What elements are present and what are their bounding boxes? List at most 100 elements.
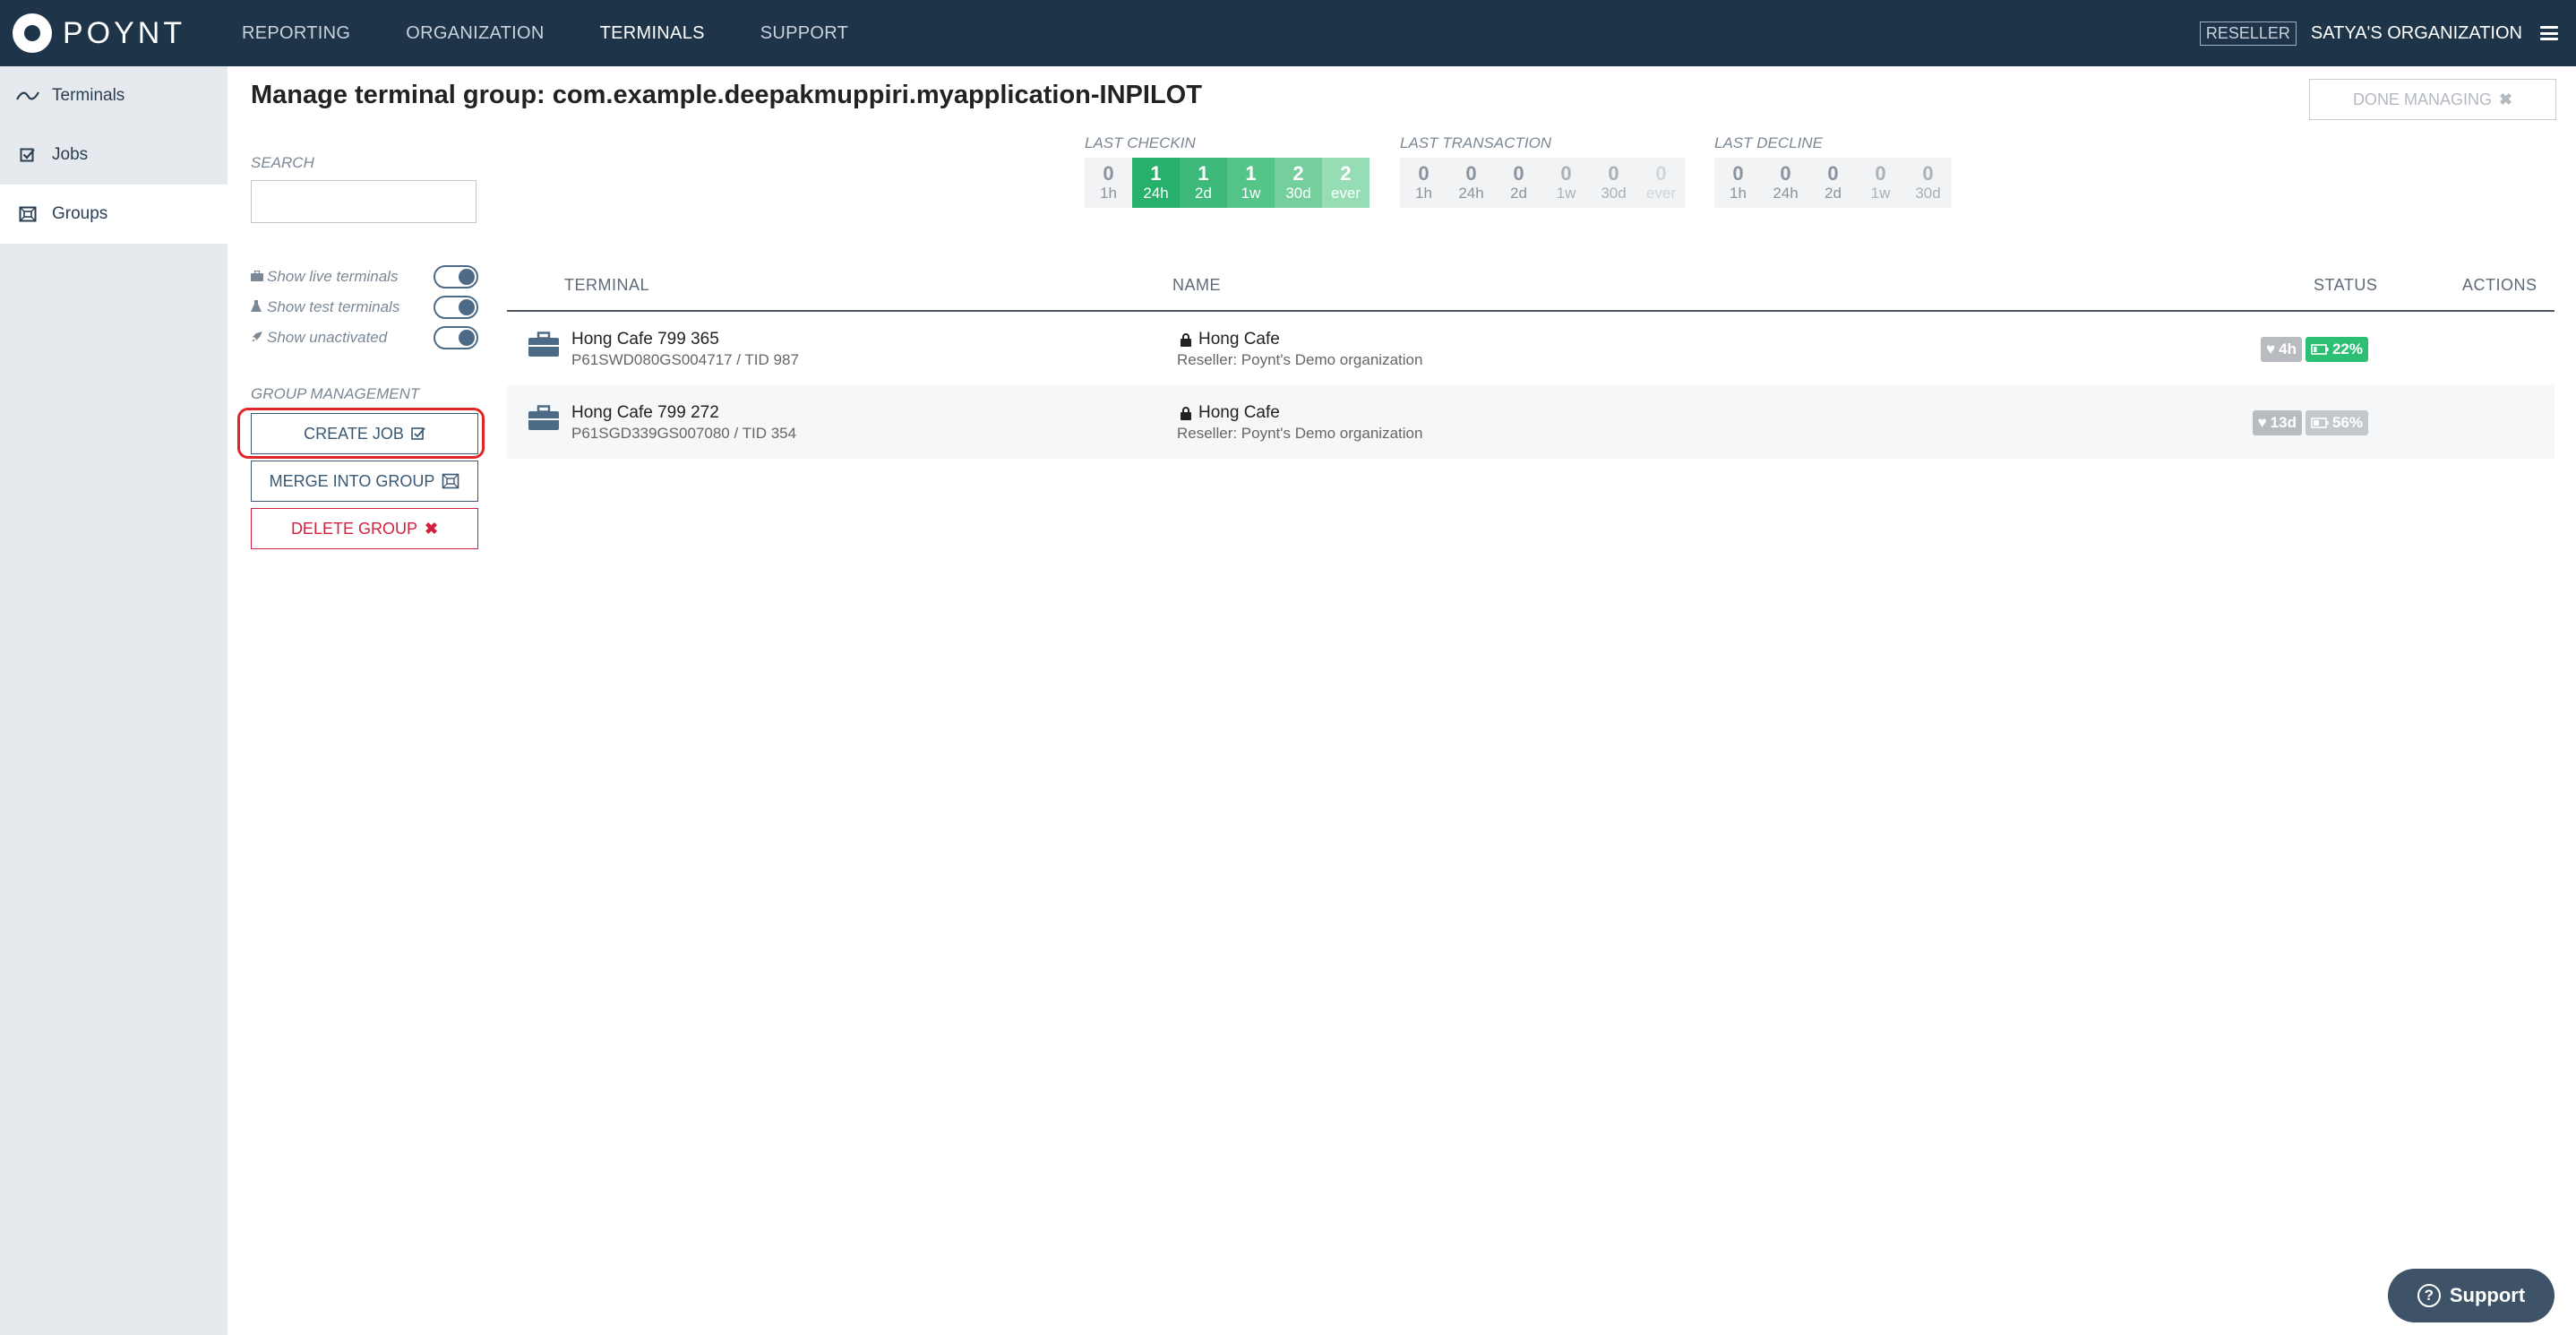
search-label: SEARCH bbox=[251, 154, 314, 171]
briefcase-icon bbox=[528, 405, 559, 430]
merge-into-group-button[interactable]: MERGE INTO GROUP bbox=[251, 461, 478, 502]
sidebar-item-label: Groups bbox=[52, 204, 108, 223]
battery-icon bbox=[2311, 344, 2329, 355]
search-input[interactable] bbox=[251, 180, 477, 223]
sidebar-item-jobs[interactable]: Jobs bbox=[0, 125, 228, 185]
heartbeat-icon: ♥ bbox=[2266, 340, 2276, 357]
terminals-table-header: TERMINAL NAME STATUS ACTIONS bbox=[507, 260, 2555, 312]
decline-2d[interactable]: 0 2d bbox=[1809, 158, 1857, 208]
transaction-24h[interactable]: 0 24h bbox=[1447, 158, 1495, 208]
nav-reporting[interactable]: REPORTING bbox=[242, 23, 350, 44]
checkin-24h[interactable]: 1 24h bbox=[1132, 158, 1180, 208]
table-row[interactable]: Hong Cafe 799 365 P61SWD080GS004717 / TI… bbox=[507, 312, 2555, 385]
decline-1h[interactable]: 0 1h bbox=[1714, 158, 1762, 208]
main-nav: REPORTING ORGANIZATION TERMINALS SUPPORT bbox=[242, 0, 904, 66]
sidebar: Terminals Jobs Groups bbox=[0, 66, 228, 1335]
toggle-live-terminals: Show live terminals bbox=[251, 262, 478, 292]
terminal-serial: P61SGD339GS007080 / TID 354 bbox=[571, 425, 797, 442]
transaction-1w[interactable]: 0 1w bbox=[1542, 158, 1590, 208]
transaction-1h[interactable]: 0 1h bbox=[1400, 158, 1447, 208]
checkin-30d[interactable]: 2 30d bbox=[1275, 158, 1322, 208]
decline-30d[interactable]: 0 30d bbox=[1904, 158, 1952, 208]
terminal-serial: P61SWD080GS004717 / TID 987 bbox=[571, 351, 799, 368]
delete-label: DELETE GROUP bbox=[290, 519, 417, 538]
close-icon: ✖ bbox=[424, 519, 439, 538]
sidebar-item-terminals[interactable]: Terminals bbox=[0, 66, 228, 125]
transaction-30d[interactable]: 0 30d bbox=[1590, 158, 1637, 208]
heartbeat-badge: ♥ 13d bbox=[2252, 410, 2302, 435]
nav-support[interactable]: SUPPORT bbox=[760, 23, 848, 44]
last-decline-title: LAST DECLINE bbox=[1714, 134, 1823, 151]
group-icon bbox=[16, 206, 39, 222]
store-name: Hong Cafe bbox=[1181, 330, 1280, 349]
nav-terminals[interactable]: TERMINALS bbox=[600, 23, 705, 44]
account-area: RESELLER SATYA'S ORGANIZATION bbox=[2199, 0, 2558, 66]
last-checkin-title: LAST CHECKIN bbox=[1085, 134, 1196, 151]
briefcase-icon bbox=[528, 332, 559, 357]
header-actions: ACTIONS bbox=[2462, 276, 2537, 294]
last-transaction-stats: LAST TRANSACTION 0 1h 0 24h 0 2d 0 1w 0 30d 0… bbox=[1400, 134, 1685, 208]
test-terminals-switch[interactable] bbox=[434, 296, 478, 319]
decline-1w[interactable]: 0 1w bbox=[1857, 158, 1904, 208]
toggle-unactivated: Show unactivated bbox=[251, 323, 478, 353]
decline-24h[interactable]: 0 24h bbox=[1762, 158, 1809, 208]
status-badges: ♥ 4h 22% bbox=[2257, 337, 2368, 362]
battery-badge: 56% bbox=[2305, 410, 2368, 435]
group-icon bbox=[442, 473, 459, 489]
last-decline-stats: LAST DECLINE 0 1h 0 24h 0 2d 0 1w 0 30d bbox=[1714, 134, 1952, 208]
flask-icon bbox=[251, 299, 267, 315]
lock-icon bbox=[1181, 406, 1191, 420]
heartbeat-badge: ♥ 4h bbox=[2261, 337, 2302, 362]
delete-group-button[interactable]: DELETE GROUP ✖ bbox=[251, 508, 478, 549]
reseller-badge: RESELLER bbox=[2199, 21, 2297, 46]
rocket-icon bbox=[251, 331, 267, 346]
done-managing-button[interactable]: DONE MANAGING ✖ bbox=[2309, 79, 2556, 120]
signal-icon bbox=[16, 90, 39, 102]
done-managing-label: DONE MANAGING bbox=[2352, 90, 2492, 108]
header-terminal[interactable]: TERMINAL bbox=[564, 276, 649, 295]
toggle-label: Show unactivated bbox=[267, 329, 388, 346]
toggle-label: Show test terminals bbox=[267, 298, 400, 315]
last-transaction-title: LAST TRANSACTION bbox=[1400, 134, 1552, 151]
organization-switcher[interactable]: SATYA'S ORGANIZATION bbox=[2311, 23, 2522, 44]
nav-organization[interactable]: ORGANIZATION bbox=[406, 23, 544, 44]
terminal-filters: Show live terminals Show test terminals … bbox=[251, 262, 478, 353]
battery-icon bbox=[2311, 418, 2329, 428]
live-terminals-switch[interactable] bbox=[434, 265, 478, 289]
terminal-name[interactable]: Hong Cafe 799 272 bbox=[571, 403, 719, 423]
transaction-2d[interactable]: 0 2d bbox=[1495, 158, 1542, 208]
poynt-logo[interactable]: POYNT bbox=[13, 13, 185, 54]
close-icon: ✖ bbox=[2498, 90, 2513, 108]
checkbox-icon bbox=[16, 147, 39, 163]
terminal-name[interactable]: Hong Cafe 799 365 bbox=[571, 330, 719, 349]
header-name[interactable]: NAME bbox=[1172, 276, 1221, 295]
briefcase-icon bbox=[251, 270, 267, 284]
store-name: Hong Cafe bbox=[1181, 403, 1280, 423]
question-icon: ? bbox=[2417, 1284, 2441, 1307]
heartbeat-icon: ♥ bbox=[2257, 414, 2267, 431]
toggle-test-terminals: Show test terminals bbox=[251, 292, 478, 323]
checkin-ever[interactable]: 2 ever bbox=[1322, 158, 1370, 208]
create-job-highlight bbox=[237, 408, 485, 459]
sidebar-item-groups[interactable]: Groups bbox=[0, 185, 228, 244]
reseller-text: Reseller: Poynt's Demo organization bbox=[1177, 351, 1423, 368]
battery-badge: 22% bbox=[2305, 337, 2368, 362]
poynt-logo-icon bbox=[13, 13, 52, 53]
hamburger-menu-icon[interactable] bbox=[2540, 26, 2558, 40]
checkin-2d[interactable]: 1 2d bbox=[1180, 158, 1227, 208]
merge-label: MERGE INTO GROUP bbox=[269, 471, 435, 490]
reseller-text: Reseller: Poynt's Demo organization bbox=[1177, 425, 1423, 442]
unactivated-switch[interactable] bbox=[434, 326, 478, 349]
lock-icon bbox=[1181, 332, 1191, 347]
checkin-1h[interactable]: 0 1h bbox=[1085, 158, 1132, 208]
header-status[interactable]: STATUS bbox=[2314, 276, 2377, 295]
toggle-label: Show live terminals bbox=[267, 268, 399, 285]
brand-name: POYNT bbox=[63, 15, 186, 50]
support-button[interactable]: ? Support bbox=[2388, 1269, 2555, 1322]
status-badges: ♥ 13d 56% bbox=[2249, 410, 2368, 435]
support-label: Support bbox=[2449, 1284, 2526, 1306]
table-row[interactable]: Hong Cafe 799 272 P61SGD339GS007080 / TI… bbox=[507, 385, 2555, 459]
page-title: Manage terminal group: com.example.deepa… bbox=[251, 81, 1202, 109]
transaction-ever[interactable]: 0 ever bbox=[1637, 158, 1685, 208]
checkin-1w[interactable]: 1 1w bbox=[1227, 158, 1275, 208]
